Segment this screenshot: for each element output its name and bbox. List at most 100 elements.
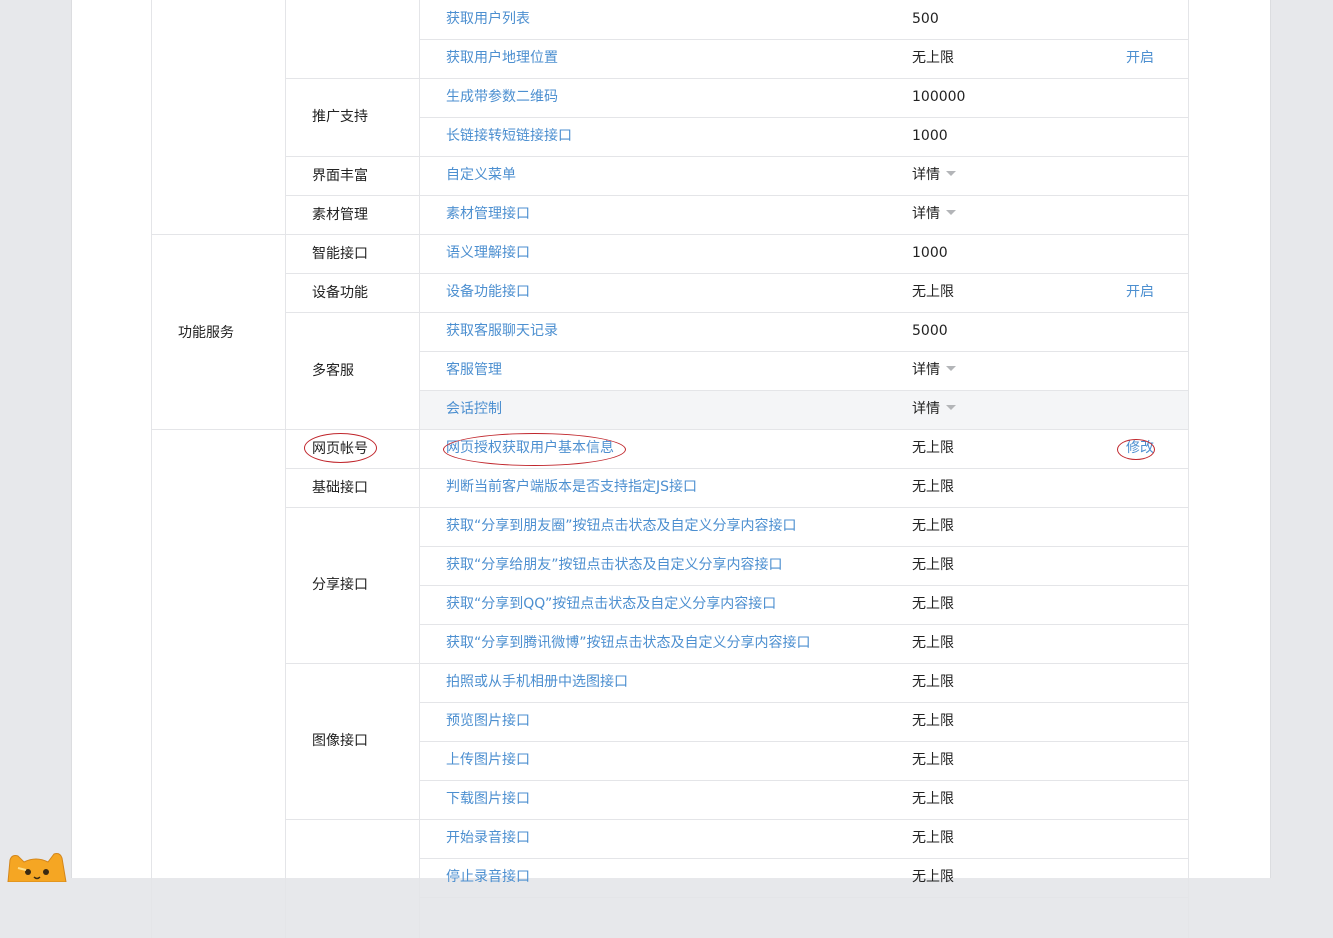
- details-dropdown[interactable]: 详情: [912, 204, 956, 224]
- api-name-link[interactable]: 素材管理接口: [446, 204, 530, 224]
- quota-value: 无上限: [912, 867, 954, 887]
- table-row-divider: [419, 546, 1188, 547]
- table-column-divider: [1188, 0, 1189, 938]
- subcategory-label: 分享接口: [312, 577, 368, 593]
- api-name-link[interactable]: 获取客服聊天记录: [446, 321, 558, 341]
- quota-text: 5000: [912, 323, 948, 339]
- api-name-link[interactable]: 获取“分享到QQ”按钮点击状态及自定义分享内容接口: [446, 594, 776, 614]
- quota-text: 1000: [912, 245, 948, 261]
- quota-value: 无上限: [912, 48, 954, 68]
- api-name-link[interactable]: 生成带参数二维码: [446, 87, 558, 107]
- subcategory-label: 智能接口: [312, 245, 368, 262]
- api-name-link[interactable]: 会话控制: [446, 399, 502, 419]
- api-name-link[interactable]: 预览图片接口: [446, 711, 530, 731]
- api-permissions-panel: [71, 0, 1271, 878]
- subcategory-label: 设备功能: [312, 284, 368, 301]
- api-name-link[interactable]: 设备功能接口: [446, 282, 530, 302]
- quota-value: 无上限: [912, 477, 954, 497]
- subcategory-divider: [285, 429, 419, 430]
- table-row-divider: [419, 351, 1188, 352]
- table-row-divider: [419, 468, 1188, 469]
- subcategory-divider: [285, 468, 419, 469]
- quota-text: 无上限: [912, 440, 954, 456]
- api-name-link[interactable]: 获取用户地理位置: [446, 48, 558, 68]
- cat-mascot-icon: [7, 853, 67, 882]
- quota-value: 5000: [912, 321, 948, 341]
- quota-value: 无上限: [912, 282, 954, 302]
- details-dropdown[interactable]: 详情: [912, 165, 956, 185]
- subcategory-divider: [285, 195, 419, 196]
- table-row-divider: [419, 585, 1188, 586]
- quota-value: 无上限: [912, 438, 954, 458]
- table-row-divider: [419, 117, 1188, 118]
- quota-text: 无上限: [912, 479, 954, 495]
- quota-text: 无上限: [912, 869, 954, 885]
- table-column-divider: [419, 0, 420, 938]
- api-name-link[interactable]: 判断当前客户端版本是否支持指定JS接口: [446, 477, 697, 497]
- api-name-link[interactable]: 获取用户列表: [446, 9, 530, 29]
- enable-link[interactable]: 开启: [1126, 282, 1154, 302]
- table-row-divider: [419, 312, 1188, 313]
- subcategory-divider: [285, 156, 419, 157]
- category-divider: [151, 234, 285, 235]
- quota-value: 无上限: [912, 633, 954, 653]
- enable-link[interactable]: 开启: [1126, 48, 1154, 68]
- quota-value: 无上限: [912, 594, 954, 614]
- quota-value: 无上限: [912, 555, 954, 575]
- quota-value: 无上限: [912, 828, 954, 848]
- subcategory-label: 网页帐号: [312, 440, 368, 457]
- quota-text: 无上限: [912, 557, 954, 573]
- table-row-divider: [419, 624, 1188, 625]
- api-name-link[interactable]: 获取“分享到腾讯微博”按钮点击状态及自定义分享内容接口: [446, 633, 811, 653]
- api-name-link[interactable]: 拍照或从手机相册中选图接口: [446, 672, 628, 692]
- quota-text: 无上限: [912, 830, 954, 846]
- api-name-link[interactable]: 长链接转短链接接口: [446, 126, 572, 146]
- subcategory-label: 推广支持: [312, 109, 368, 125]
- quota-text: 详情: [912, 401, 940, 417]
- subcategory-label: 界面丰富: [312, 167, 368, 184]
- quota-text: 1000: [912, 128, 948, 144]
- api-name-link[interactable]: 语义理解接口: [446, 243, 530, 263]
- table-row-divider: [419, 156, 1188, 157]
- api-name-link[interactable]: 停止录音接口: [446, 867, 530, 887]
- table-row-divider: [419, 234, 1188, 235]
- details-dropdown[interactable]: 详情: [912, 399, 956, 419]
- quota-text: 详情: [912, 206, 940, 222]
- quota-text: 无上限: [912, 713, 954, 729]
- table-row-divider: [419, 897, 1188, 898]
- api-name-link[interactable]: 网页授权获取用户基本信息: [446, 438, 614, 458]
- api-name-link[interactable]: 开始录音接口: [446, 828, 530, 848]
- caret-down-icon: [946, 404, 956, 410]
- subcategory-divider: [285, 663, 419, 664]
- quota-value: 无上限: [912, 789, 954, 809]
- table-column-divider: [151, 0, 152, 938]
- caret-down-icon: [946, 365, 956, 371]
- category-divider: [151, 429, 285, 430]
- quota-text: 详情: [912, 362, 940, 378]
- subcategory-label: 素材管理: [312, 206, 368, 223]
- quota-text: 500: [912, 11, 939, 27]
- table-row-divider: [419, 273, 1188, 274]
- quota-text: 无上限: [912, 674, 954, 690]
- quota-text: 无上限: [912, 284, 954, 300]
- api-name-link[interactable]: 上传图片接口: [446, 750, 530, 770]
- table-row-divider: [419, 702, 1188, 703]
- api-name-link[interactable]: 客服管理: [446, 360, 502, 380]
- table-row-divider: [419, 390, 1188, 391]
- api-name-link[interactable]: 获取“分享到朋友圈”按钮点击状态及自定义分享内容接口: [446, 516, 797, 536]
- api-name-link[interactable]: 获取“分享给朋友”按钮点击状态及自定义分享内容接口: [446, 555, 783, 575]
- subcategory-label: 基础接口: [312, 479, 368, 496]
- quota-value: 无上限: [912, 711, 954, 731]
- subcategory-divider: [285, 273, 419, 274]
- subcategory-divider: [285, 507, 419, 508]
- subcategory-divider: [285, 312, 419, 313]
- details-dropdown[interactable]: 详情: [912, 360, 956, 380]
- table-row-divider: [419, 858, 1188, 859]
- modify-link[interactable]: 修改: [1126, 438, 1154, 458]
- quota-text: 无上限: [912, 635, 954, 651]
- api-name-link[interactable]: 下载图片接口: [446, 789, 530, 809]
- api-name-link[interactable]: 自定义菜单: [446, 165, 516, 185]
- quota-value: 无上限: [912, 516, 954, 536]
- quota-value: 100000: [912, 87, 965, 107]
- table-row-divider: [419, 819, 1188, 820]
